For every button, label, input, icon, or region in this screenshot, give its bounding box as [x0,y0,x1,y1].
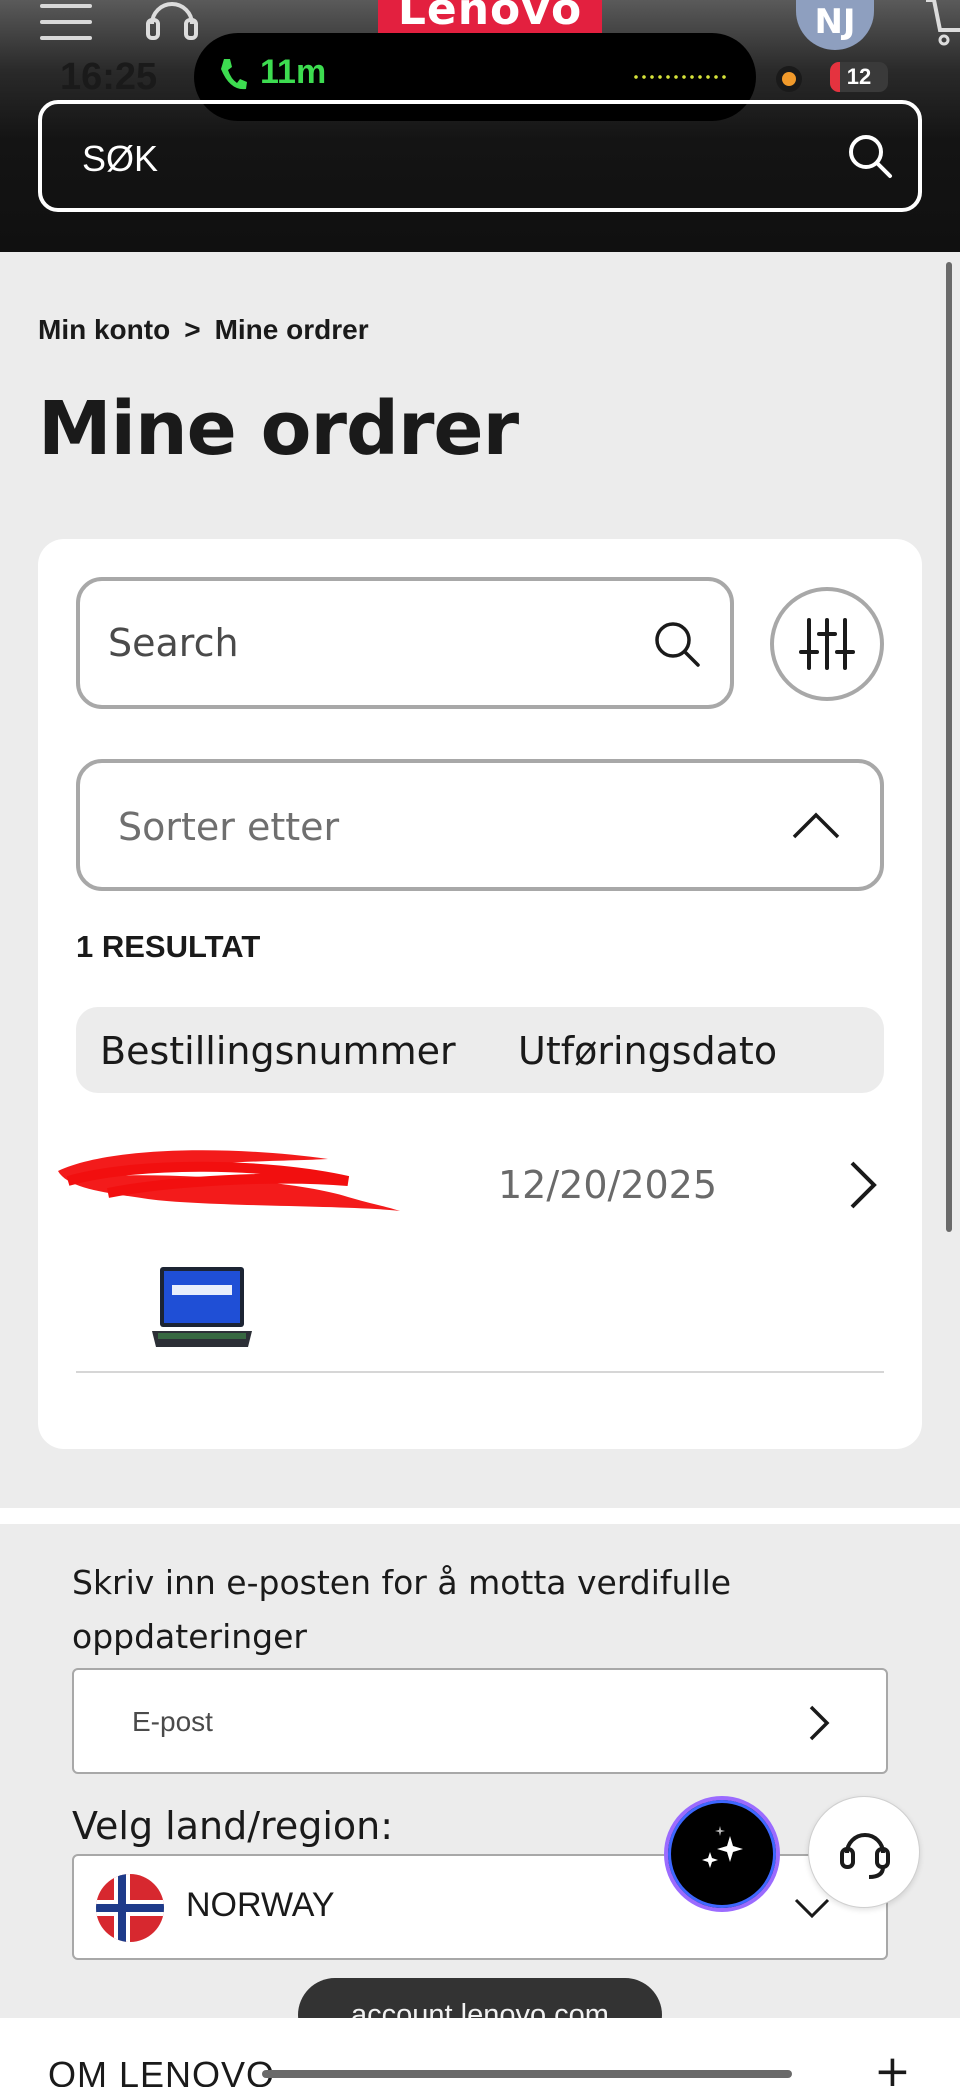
ai-assistant-button[interactable] [664,1796,780,1912]
laptop-thumbnail-icon [152,1267,252,1347]
sort-dropdown[interactable]: Sorter etter [76,759,884,891]
newsletter-text: Skriv inn e-posten for å motta verdifull… [72,1563,732,1656]
footer-section-title[interactable]: OM LENOVO [48,2054,275,2087]
orders-card: Sorter etter 1 RESULTAT Bestillingsnumme… [38,539,922,1449]
page-title: Mine ordrer [38,386,519,472]
email-input[interactable] [132,1698,732,1746]
orders-table-header: Bestillingsnummer Utføringsdato [76,1007,884,1093]
avatar[interactable]: NJ [796,0,874,50]
headset-icon[interactable] [142,0,202,50]
region-selected: NORWAY [186,1886,335,1924]
lenovo-logo[interactable]: Lenovo [378,0,602,36]
filter-button[interactable] [770,587,884,701]
column-header-order-number[interactable]: Bestillingsnummer [100,1029,456,1073]
headset-icon [840,1833,890,1879]
chevron-right-icon[interactable] [846,1159,878,1211]
site-search-bar[interactable]: SØK [38,100,922,212]
cart-icon[interactable] [924,0,960,48]
breadcrumb-separator: > [184,314,201,345]
sort-dropdown-label: Sorter etter [118,805,340,849]
search-icon[interactable] [846,132,894,180]
order-date: 12/20/2025 [498,1163,718,1207]
sliders-icon [799,618,855,670]
site-search-label: SØK [82,138,159,179]
battery-indicator: 12 [830,62,888,92]
chevron-down-icon [794,1898,830,1919]
status-time: 16:25 [60,56,158,98]
breadcrumb-parent-link[interactable]: Min konto [38,314,170,345]
order-search-input[interactable] [108,611,628,675]
section-divider [0,1508,960,1524]
sparkles-icon [702,1826,743,1868]
audio-wave-icon [632,75,728,79]
recording-indicator-icon [776,66,802,92]
chevron-up-icon [792,812,840,839]
result-count: 1 RESULTAT [76,929,261,964]
column-header-date[interactable]: Utføringsdato [518,1029,777,1073]
scrollbar[interactable] [946,262,952,1232]
email-field[interactable] [72,1668,888,1774]
search-icon[interactable] [652,619,702,669]
norway-flag-icon [96,1874,164,1942]
home-indicator[interactable] [262,2070,792,2078]
breadcrumb-current: Mine ordrer [214,314,369,345]
redacted-order-number [58,1150,400,1211]
plus-icon[interactable]: + [874,2050,911,2087]
phone-icon [221,59,247,90]
chevron-right-icon[interactable] [808,1704,830,1742]
region-label: Velg land/region: [72,1804,394,1848]
site-header: Lenovo NJ 16:25 11m 12 SØK [0,0,960,252]
order-search-field[interactable] [76,577,734,709]
table-row[interactable]: 12/20/2025 [58,1119,884,1373]
support-chat-button[interactable] [808,1796,920,1908]
breadcrumb: Min konto > Mine ordrer [38,314,369,346]
call-duration: 11m [260,53,327,91]
menu-icon[interactable] [40,4,92,40]
